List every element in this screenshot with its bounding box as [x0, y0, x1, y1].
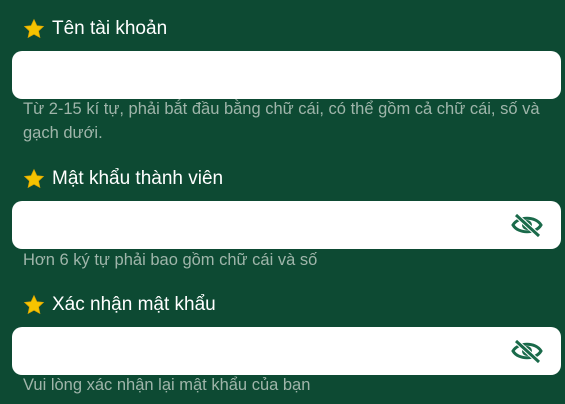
username-field[interactable]	[12, 51, 561, 99]
password-hint: Hơn 6 ký tự phải bao gồm chữ cái và số	[23, 251, 318, 269]
password-input[interactable]	[12, 201, 520, 249]
username-label: Tên tài khoản	[23, 17, 167, 41]
star-icon	[23, 18, 45, 39]
star-icon	[23, 168, 45, 189]
password-label: Mật khẩu thành viên	[23, 167, 223, 191]
username-input[interactable]	[12, 51, 520, 99]
star-icon	[23, 294, 45, 315]
confirm-password-hint: Vui lòng xác nhận lại mật khẩu của bạn	[23, 376, 311, 394]
eye-slash-icon[interactable]	[511, 212, 543, 238]
confirm-password-label-text: Xác nhận mật khẩu	[52, 294, 216, 315]
confirm-password-label: Xác nhận mật khẩu	[23, 293, 216, 317]
eye-slash-icon[interactable]	[511, 338, 543, 364]
password-label-text: Mật khẩu thành viên	[52, 168, 224, 189]
password-field[interactable]	[12, 201, 561, 249]
confirm-password-field[interactable]	[12, 327, 561, 375]
username-label-text: Tên tài khoản	[52, 18, 168, 39]
username-hint: Từ 2-15 kí tự, phải bắt đầu bằng chữ cái…	[23, 100, 540, 142]
confirm-password-input[interactable]	[12, 327, 520, 375]
